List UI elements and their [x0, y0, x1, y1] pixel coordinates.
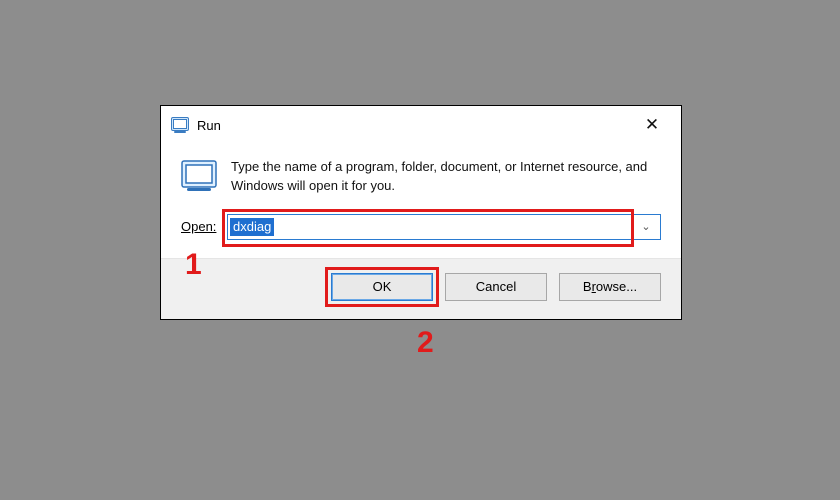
open-label: Open: [181, 219, 227, 234]
cancel-button[interactable]: Cancel [445, 273, 547, 301]
ok-button-wrap: OK [331, 273, 433, 301]
annotation-box-1 [222, 209, 634, 247]
open-row: Open: dxdiag ⌄ [161, 208, 681, 258]
chevron-down-icon[interactable]: ⌄ [636, 215, 656, 239]
browse-post: owse... [596, 279, 637, 294]
dialog-body: Type the name of a program, folder, docu… [161, 144, 681, 208]
ok-button[interactable]: OK [331, 273, 433, 301]
titlebar: Run ✕ [161, 106, 681, 144]
browse-button[interactable]: Browse... [559, 273, 661, 301]
stage: Run ✕ Type the name of a program, folder… [0, 0, 840, 500]
close-button[interactable]: ✕ [629, 109, 675, 141]
annotation-number-2: 2 [417, 326, 434, 360]
run-dialog: Run ✕ Type the name of a program, folder… [160, 105, 682, 320]
open-input-value: dxdiag [230, 218, 274, 236]
browse-pre: B [583, 279, 592, 294]
window-title: Run [197, 118, 221, 133]
open-combobox[interactable]: dxdiag ⌄ [227, 214, 661, 240]
dialog-footer: OK Cancel Browse... [161, 258, 681, 319]
program-icon [181, 158, 217, 194]
dialog-description: Type the name of a program, folder, docu… [231, 158, 661, 196]
run-icon [171, 116, 189, 134]
